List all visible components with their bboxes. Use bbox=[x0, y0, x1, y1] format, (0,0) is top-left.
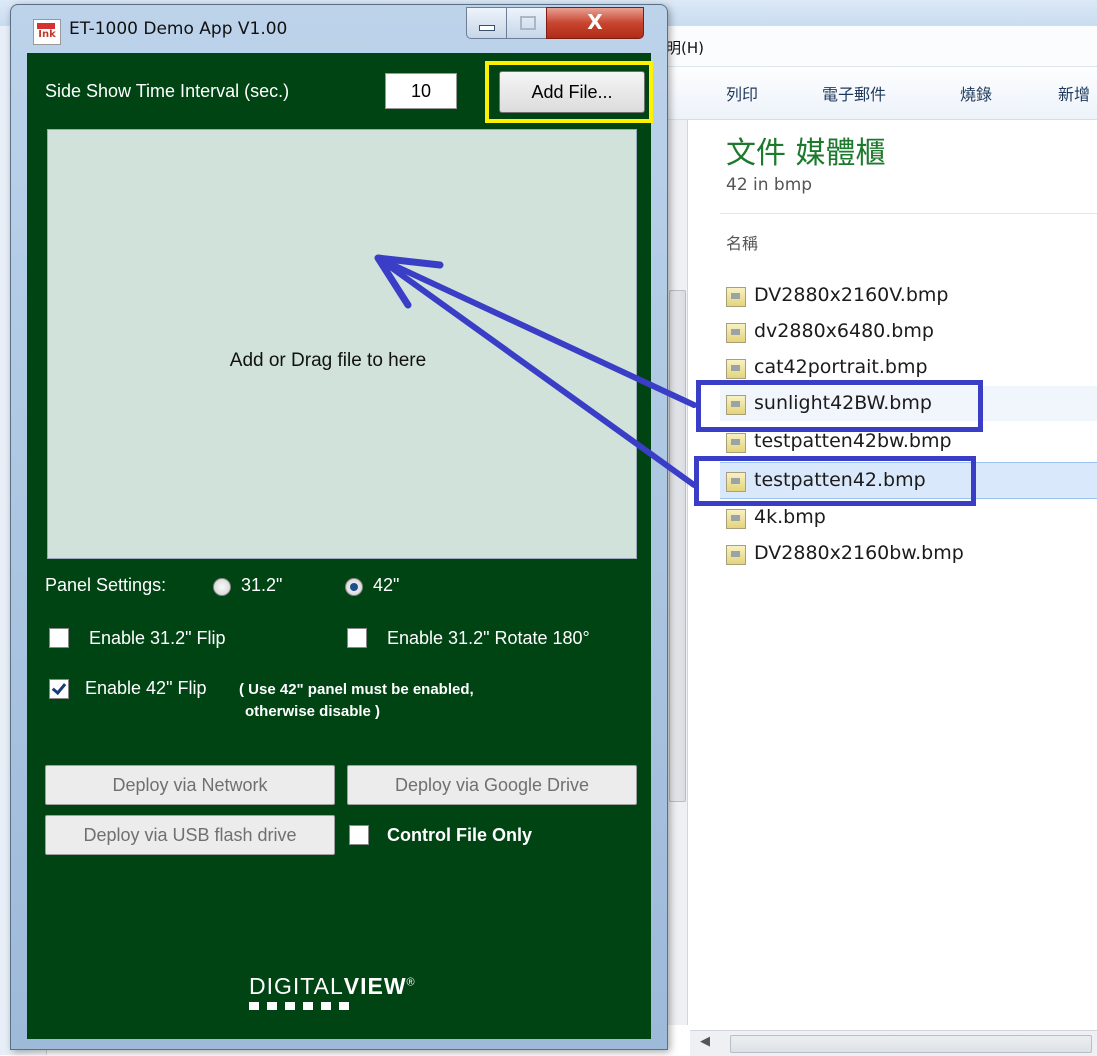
drag-arrow-line bbox=[375, 255, 697, 408]
drag-arrows-overlay bbox=[374, 254, 697, 488]
drag-arrow-line bbox=[375, 255, 697, 488]
